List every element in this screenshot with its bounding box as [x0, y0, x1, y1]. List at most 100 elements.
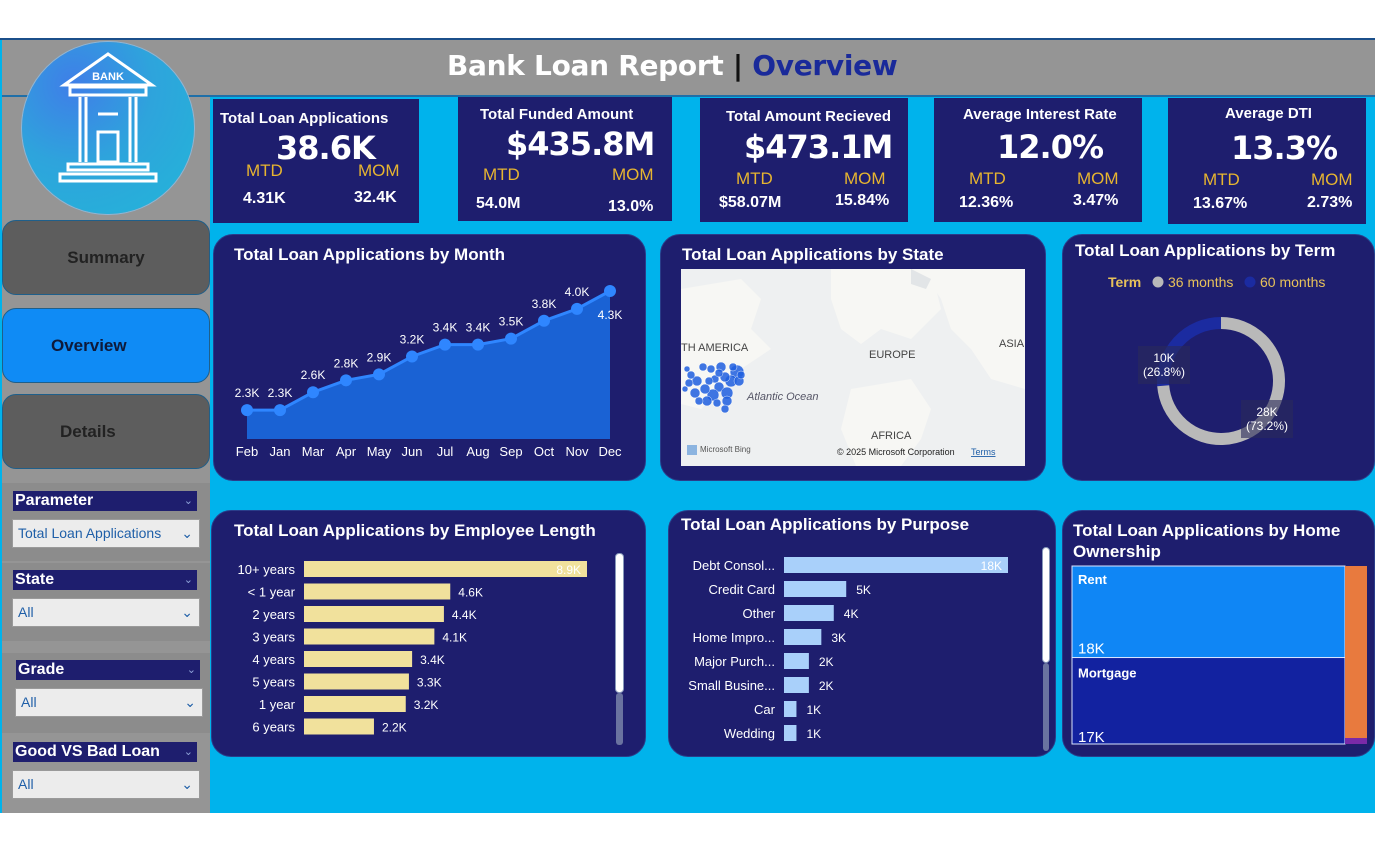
data-point	[241, 404, 253, 417]
kpi-mom-value: 3.47%	[1073, 192, 1119, 209]
map-terms-link[interactable]: Terms	[971, 447, 996, 457]
data-label: 2K	[819, 679, 834, 693]
state-map[interactable]: TH AMERICA EUROPE ASIA Atlantic Ocean AF…	[681, 269, 1025, 466]
data-point	[571, 302, 583, 315]
report-title: Bank Loan Report | Overview	[447, 49, 898, 82]
data-label: 4.1K	[442, 631, 467, 645]
term-donut-chart: Term 36 months 60 months 28K(73.2%) 10K(26.8…	[1108, 274, 1325, 445]
slicer-grade-value: All	[21, 694, 37, 710]
map-bubble[interactable]	[698, 362, 708, 372]
kpi-title: Total Loan Applications	[220, 110, 389, 127]
donut-pct-label: (26.8%)	[1143, 365, 1185, 379]
card-term: Total Loan Applications by Term Term 36 m…	[1062, 234, 1375, 481]
slicer-state-title: State ⌄	[13, 570, 197, 590]
scrollbar-track[interactable]	[616, 693, 623, 745]
kpi-value: $473.1M	[744, 128, 893, 166]
kpi-mom-label: MOM	[1311, 170, 1353, 189]
map-bubble[interactable]	[712, 398, 722, 408]
bar	[304, 561, 587, 577]
donut-value-label: 28K	[1256, 405, 1277, 419]
kpi-mtd-label: MTD	[1203, 170, 1240, 189]
slicer-parameter-dropdown[interactable]: Total Loan Applications ⌄	[12, 519, 200, 548]
kpi-mtd-value: 4.31K	[243, 190, 286, 207]
legend-label: 60 months	[1260, 274, 1325, 290]
nav-overview-button[interactable]: Overview	[2, 308, 210, 383]
kpi-total-received: Total Amount Recieved $473.1M MTD MOM $5…	[700, 98, 908, 222]
x-tick-label: Dec	[598, 444, 622, 459]
map-bubble[interactable]	[728, 362, 738, 372]
kpi-title: Total Funded Amount	[480, 106, 634, 123]
map-bubble[interactable]	[681, 385, 689, 393]
card-month: Total Loan Applications by Month 2.3K Feb…	[213, 234, 646, 481]
map-label-america: TH AMERICA	[681, 342, 749, 354]
bar	[784, 581, 847, 597]
map-bubble[interactable]	[706, 364, 716, 374]
map-bubble[interactable]	[683, 365, 691, 373]
chevron-down-icon: ⌄	[181, 604, 193, 620]
scrollbar-thumb[interactable]	[1042, 547, 1050, 663]
scrollbar-thumb[interactable]	[615, 553, 624, 693]
kpi-mom-label: MOM	[612, 165, 654, 184]
map-bubble[interactable]	[694, 396, 704, 406]
kpi-mtd-value: 12.36%	[959, 194, 1014, 211]
x-tick-label: Aug	[466, 444, 489, 459]
slicer-state-value: All	[18, 604, 34, 620]
category-label: 4 years	[252, 652, 295, 667]
legend-title: Term	[1108, 274, 1141, 290]
slicer-goodbad-dropdown[interactable]: All ⌄	[12, 770, 200, 799]
map-label-asia: ASIA	[999, 338, 1025, 350]
category-label: 3 years	[252, 630, 295, 645]
kpi-mtd-value: $58.07M	[719, 194, 782, 211]
bar	[304, 696, 406, 712]
kpi-title: Average Interest Rate	[963, 106, 1117, 123]
category-label: < 1 year	[248, 585, 296, 600]
kpi-mtd-value: 13.67%	[1193, 195, 1248, 212]
map-copyright: © 2025 Microsoft Corporation	[837, 447, 955, 457]
nav-summary-label: Summary	[67, 247, 145, 267]
map-bubble[interactable]	[704, 376, 714, 386]
map-label-ocean: Atlantic Ocean	[746, 391, 819, 403]
bar	[784, 701, 797, 717]
slicer-state-dropdown[interactable]: All ⌄	[12, 598, 200, 627]
scrollbar-track[interactable]	[1043, 663, 1049, 751]
map-bubble[interactable]	[721, 395, 733, 407]
data-point	[439, 338, 451, 351]
category-label: Other	[742, 606, 775, 621]
nav-summary-button[interactable]: Summary	[2, 220, 210, 295]
kpi-mtd-label: MTD	[969, 169, 1006, 188]
map-bubble[interactable]	[689, 387, 701, 399]
bar	[784, 725, 797, 741]
data-label: 3.5K	[499, 315, 524, 329]
category-label: Car	[754, 702, 776, 717]
map-bubble[interactable]	[714, 368, 724, 378]
slicer-grade-dropdown[interactable]: All ⌄	[15, 688, 203, 717]
kpi-title: Average DTI	[1225, 105, 1312, 122]
chevron-icon: ⌄	[183, 574, 193, 586]
card-home-ownership: Total Loan Applications by Home Ownershi…	[1062, 510, 1375, 757]
bar	[304, 606, 444, 622]
employee-length-bar-chart: 10+ years 8.9K < 1 year 4.6K 2 years 4.4K 3 ye…	[238, 561, 587, 735]
data-point	[340, 374, 352, 387]
x-tick-label: Oct	[534, 444, 555, 459]
nav-details-button[interactable]: Details	[2, 394, 210, 469]
kpi-mtd-label: MTD	[483, 165, 520, 184]
map-bubble[interactable]	[699, 383, 711, 395]
category-label: 10+ years	[238, 562, 296, 577]
chevron-icon: ⌄	[186, 664, 196, 676]
category-label: 5 years	[252, 675, 295, 690]
map-bubble[interactable]	[736, 370, 746, 380]
map-bubble[interactable]	[684, 378, 694, 388]
kpi-mtd-label: MTD	[246, 161, 283, 180]
map-bubble[interactable]	[720, 404, 730, 414]
data-label: 3.4K	[420, 653, 445, 667]
slicer-grade-title: Grade ⌄	[16, 660, 200, 680]
legend-marker	[1152, 276, 1164, 288]
x-tick-label: Jun	[402, 444, 423, 459]
chevron-down-icon: ⌄	[181, 776, 193, 792]
map-bubble[interactable]	[701, 395, 713, 407]
x-tick-label: Mar	[302, 444, 325, 459]
treemap-name: Mortgage	[1078, 666, 1137, 681]
category-label: Major Purch...	[694, 654, 775, 669]
map-bubble[interactable]	[686, 370, 696, 380]
donut-value-label: 10K	[1153, 351, 1174, 365]
